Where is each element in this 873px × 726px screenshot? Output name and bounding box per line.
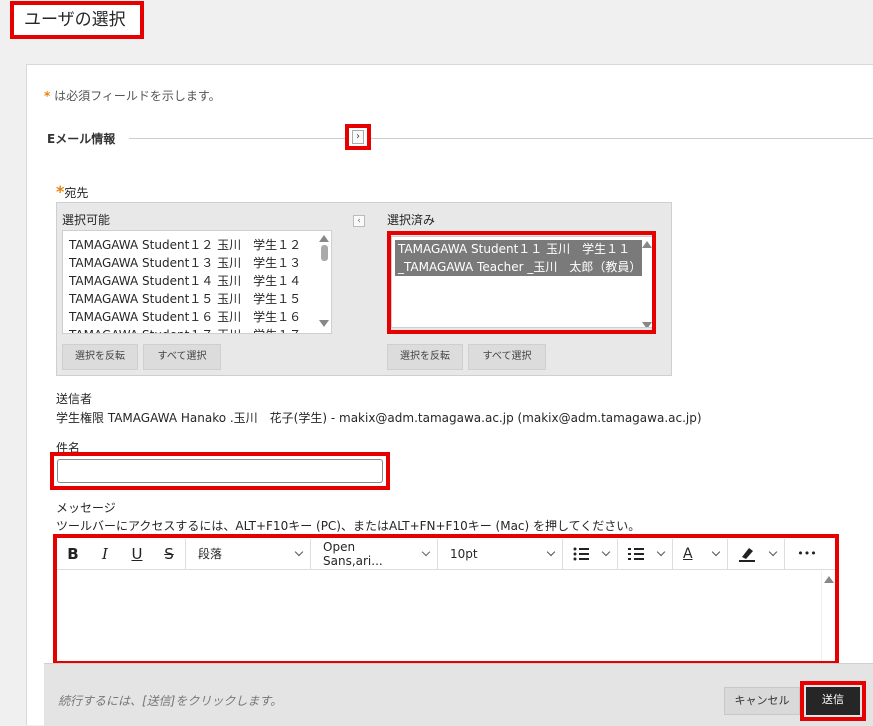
invert-selection-button-selected[interactable]: 選択を反転 bbox=[387, 344, 463, 370]
scroll-thumb[interactable] bbox=[320, 245, 328, 261]
list-item[interactable]: TAMAGAWA Student１５ 玉川 学生１５ bbox=[63, 290, 331, 308]
list-item[interactable]: TAMAGAWA Student１６ 玉川 学生１６ bbox=[63, 308, 331, 326]
message-label: メッセージ bbox=[56, 501, 116, 515]
cancel-button[interactable]: キャンセル bbox=[724, 687, 800, 715]
page-title: ユーザの選択 bbox=[10, 1, 144, 39]
submit-hint: 続行するには、[送信]をクリックします。 bbox=[58, 694, 283, 708]
list-item[interactable]: TAMAGAWA Student１４ 玉川 学生１４ bbox=[63, 272, 331, 290]
numbered-list-icon bbox=[628, 547, 644, 560]
scroll-up-icon[interactable] bbox=[823, 576, 834, 583]
highlight-button[interactable] bbox=[728, 538, 784, 570]
email-form-panel: * は必須フィールドを示します。 Eメール情報 *宛先 選択可能 選択済み TA… bbox=[26, 64, 873, 726]
chevron-down-icon bbox=[656, 547, 666, 556]
select-all-button-selected[interactable]: すべて選択 bbox=[468, 344, 546, 370]
chevron-down-icon bbox=[601, 547, 611, 556]
font-size-value: 10pt bbox=[450, 546, 478, 561]
send-highlight: 送信 bbox=[800, 681, 866, 721]
toolbar-hint: ツールバーにアクセスするには、ALT+F10キー (PC)、またはALT+FN+… bbox=[56, 519, 641, 533]
subject-highlight bbox=[50, 452, 390, 490]
message-editor[interactable]: B I U S 段落 Open Sans,ari... 10pt A ••• bbox=[53, 534, 839, 665]
bullet-list-icon bbox=[573, 547, 589, 560]
selected-label: 選択済み bbox=[387, 213, 436, 227]
italic-button[interactable]: I bbox=[89, 545, 121, 563]
sender-value: 学生権限 TAMAGAWA Hanako .玉川 花子(学生) - makix@… bbox=[56, 411, 702, 425]
scrollbar[interactable] bbox=[319, 235, 329, 327]
available-users-list[interactable]: TAMAGAWA Student１２ 玉川 学生１２ TAMAGAWA Stud… bbox=[62, 230, 332, 334]
scroll-down-icon[interactable] bbox=[319, 320, 329, 327]
list-item[interactable]: TAMAGAWA Student１７ 玉川 学生１７ bbox=[63, 326, 331, 333]
chevron-down-icon bbox=[546, 547, 556, 556]
select-all-button-available[interactable]: すべて選択 bbox=[143, 344, 221, 370]
chevron-down-icon bbox=[768, 547, 778, 556]
bullet-list-button[interactable] bbox=[563, 538, 617, 570]
numbered-list-button[interactable] bbox=[618, 538, 672, 570]
chevron-down-icon bbox=[421, 547, 431, 556]
paragraph-dropdown[interactable]: 段落 bbox=[186, 538, 310, 570]
chevron-down-icon bbox=[711, 547, 721, 556]
list-item[interactable]: TAMAGAWA Student１２ 玉川 学生１２ bbox=[63, 236, 331, 254]
editor-scrollbar[interactable] bbox=[821, 571, 835, 661]
chevron-right-icon[interactable]: › bbox=[352, 130, 364, 144]
section-divider bbox=[129, 138, 873, 139]
move-right-button[interactable]: › bbox=[345, 124, 371, 150]
invert-selection-button-available[interactable]: 選択を反転 bbox=[62, 344, 138, 370]
font-value: Open Sans,ari... bbox=[323, 539, 383, 568]
text-color-button[interactable]: A bbox=[673, 538, 727, 570]
list-item[interactable]: TAMAGAWA Student１３ 玉川 学生１３ bbox=[63, 254, 331, 272]
paragraph-value: 段落 bbox=[198, 547, 223, 561]
move-left-button[interactable]: ‹ bbox=[353, 215, 365, 227]
to-label: *宛先 bbox=[56, 182, 89, 201]
action-bar: 続行するには、[送信]をクリックします。 キャンセル 送信 bbox=[44, 663, 873, 726]
text-color-icon: A bbox=[683, 545, 693, 562]
section-title: Eメール情報 bbox=[47, 132, 116, 146]
required-note: * は必須フィールドを示します。 bbox=[44, 89, 221, 103]
more-options-icon[interactable]: ••• bbox=[785, 547, 829, 560]
subject-input[interactable] bbox=[57, 459, 383, 483]
bold-button[interactable]: B bbox=[57, 545, 89, 563]
underline-button[interactable]: U bbox=[121, 545, 153, 563]
sender-label: 送信者 bbox=[56, 392, 93, 406]
available-label: 選択可能 bbox=[62, 213, 111, 227]
strikethrough-button[interactable]: S bbox=[153, 545, 185, 563]
font-size-dropdown[interactable]: 10pt bbox=[438, 538, 562, 570]
chevron-down-icon bbox=[294, 547, 304, 556]
scroll-up-icon[interactable] bbox=[319, 235, 329, 242]
editor-toolbar: B I U S 段落 Open Sans,ari... 10pt A ••• bbox=[57, 538, 835, 570]
font-dropdown[interactable]: Open Sans,ari... bbox=[311, 538, 437, 570]
selected-list-highlight bbox=[387, 231, 656, 334]
highlighter-icon bbox=[739, 547, 755, 562]
send-button[interactable]: 送信 bbox=[806, 687, 860, 715]
